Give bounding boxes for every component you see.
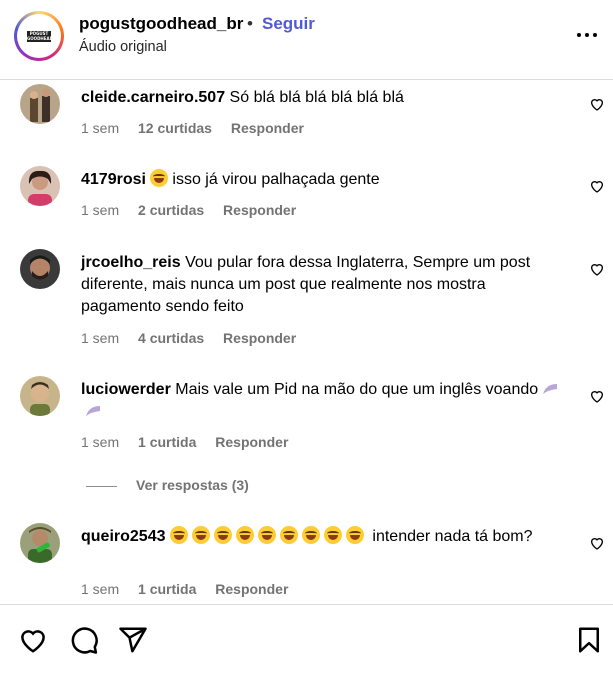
comment-body: isso já virou palhaçada gente [172,171,380,188]
heart-icon[interactable] [589,388,605,404]
comment-likes[interactable]: 4 curtidas [138,330,204,346]
commenter-avatar[interactable] [20,376,60,416]
commenter-avatar[interactable] [20,84,60,124]
heart-icon[interactable] [589,535,605,551]
reply-button[interactable]: Responder [223,330,296,346]
comment-meta: 1 sem 1 curtida Responder [81,581,303,597]
laughing-emoji-icon [213,526,232,544]
comment-meta: 1 sem 4 curtidas Responder [81,330,311,346]
profile-avatar[interactable]: POGUST GOODHEAD [14,11,64,61]
laughing-emoji-icon [257,526,276,544]
share-icon[interactable] [118,625,148,655]
comment-text: 4179rosi isso já virou palhaçada gente [81,169,561,191]
comment-time: 1 sem [81,581,120,597]
avatar-inner: POGUST GOODHEAD [17,14,61,58]
comment-body: Mais vale um Pid na mão do que um inglês… [175,381,539,398]
comment-text: cleide.carneiro.507 Só blá blá blá blá b… [81,87,561,109]
heart-icon[interactable] [589,178,605,194]
reply-button[interactable]: Responder [223,202,296,218]
laughing-emoji-icon [235,526,254,544]
more-options-icon[interactable] [572,25,602,45]
reply-button[interactable]: Responder [231,120,304,136]
bookmark-icon[interactable] [574,625,604,655]
replies-divider [86,486,117,487]
commenter-avatar[interactable] [20,523,60,563]
follow-button[interactable]: Seguir [262,14,315,34]
audio-label[interactable]: Áudio original [79,39,167,55]
comment-icon[interactable] [69,625,99,655]
comment-time: 1 sem [81,202,120,218]
laughing-emoji-icon [150,169,169,187]
logo-text-line2: GOODHEAD [27,36,53,41]
comment-text: queiro2543 intender nada tá bom? [81,526,561,548]
comment-meta: 1 sem 2 curtidas Responder [81,202,311,218]
comment-username[interactable]: jrcoelho_reis [81,254,181,271]
like-heart-icon[interactable] [18,625,48,655]
comment-username[interactable]: queiro2543 [81,528,165,545]
post-action-bar [0,604,613,675]
laughing-emoji-icon [169,526,188,544]
brand-logo: POGUST GOODHEAD [27,31,53,42]
reply-button[interactable]: Responder [215,581,288,597]
laughing-emoji-icon [323,526,342,544]
comment-time: 1 sem [81,120,120,136]
comment-body: Só blá blá blá blá blá blá [229,89,404,106]
laughing-emoji-icon [301,526,320,544]
comment-time: 1 sem [81,434,120,450]
comment-likes[interactable]: 12 curtidas [138,120,212,136]
comment-text: luciowerder Mais vale um Pid na mão do q… [81,379,561,423]
commenter-avatar[interactable] [20,166,60,206]
comment-time: 1 sem [81,330,120,346]
comment-username[interactable]: 4179rosi [81,171,146,188]
wings-icon [86,406,100,416]
heart-icon[interactable] [589,96,605,112]
comment-likes[interactable]: 2 curtidas [138,202,204,218]
comment-meta: 1 sem 12 curtidas Responder [81,120,319,136]
comment-likes[interactable]: 1 curtida [138,434,196,450]
commenter-avatar[interactable] [20,249,60,289]
post-username[interactable]: pogustgoodhead_br [79,14,243,34]
comment-meta: 1 sem 1 curtida Responder [81,434,303,450]
laughing-emoji-icon [345,526,364,544]
laughing-emoji-icon [191,526,210,544]
reply-button[interactable]: Responder [215,434,288,450]
post-header: POGUST GOODHEAD pogustgoodhead_br • Segu… [0,0,613,80]
laughing-emoji-icon [279,526,298,544]
comment-text: jrcoelho_reis Vou pular fora dessa Ingla… [81,252,561,318]
comment-username[interactable]: cleide.carneiro.507 [81,89,225,106]
comment-username[interactable]: luciowerder [81,381,171,398]
comment-likes[interactable]: 1 curtida [138,581,196,597]
comment-body: intender nada tá bom? [372,528,533,545]
wings-icon [543,384,558,394]
separator-dot: • [247,14,253,33]
view-replies-label[interactable]: Ver respostas (3) [136,477,249,493]
heart-icon[interactable] [589,261,605,277]
